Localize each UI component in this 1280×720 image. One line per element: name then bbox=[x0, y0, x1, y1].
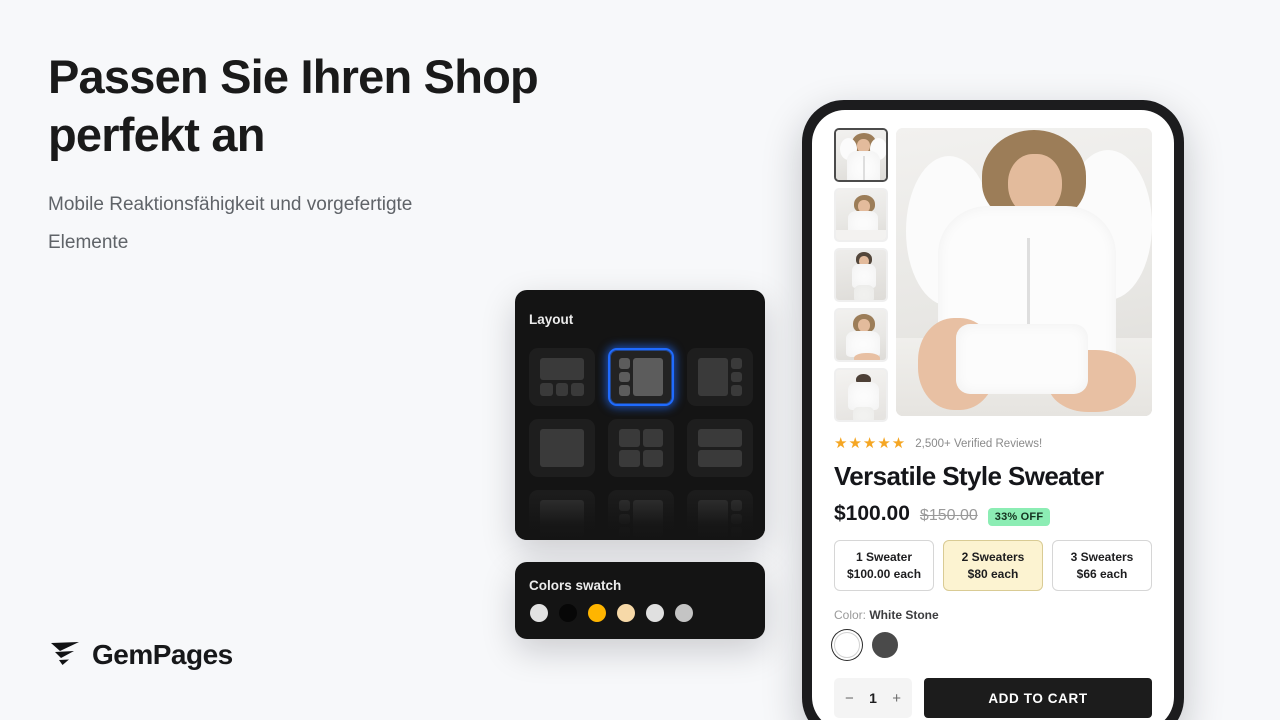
layout-block bbox=[731, 358, 742, 369]
color-selection-label: Color: White Stone bbox=[834, 608, 1152, 622]
color-swatch-medium-gray[interactable] bbox=[675, 604, 693, 622]
color-swatch-black[interactable] bbox=[559, 604, 577, 622]
current-price: $100.00 bbox=[834, 502, 910, 525]
colors-swatch-panel: Colors swatch bbox=[515, 562, 765, 639]
brand-name: GemPages bbox=[92, 639, 233, 670]
layout-block bbox=[731, 513, 742, 525]
layout-block bbox=[619, 513, 630, 525]
layout-block bbox=[619, 449, 640, 467]
tier-option-2[interactable]: 2 Sweaters $80 each bbox=[943, 540, 1043, 591]
layout-block bbox=[619, 429, 640, 447]
layout-block bbox=[619, 500, 630, 511]
layout-block bbox=[619, 385, 630, 397]
layout-block bbox=[642, 449, 663, 467]
tier-price-label: $100.00 each bbox=[846, 567, 922, 581]
review-summary: ★★★★★ 2,500+ Verified Reviews! bbox=[834, 436, 1152, 451]
hero-subtitle: Mobile Reaktionsfähigkeit und vorgeferti… bbox=[48, 194, 413, 253]
layout-block bbox=[619, 371, 630, 383]
price-row: $100.00 $150.00 33% OFF bbox=[834, 502, 1152, 526]
product-gallery bbox=[834, 128, 1152, 422]
color-swatch-light-gray[interactable] bbox=[646, 604, 664, 622]
layout-block bbox=[642, 429, 663, 447]
layout-option-two-by-two-grid[interactable] bbox=[608, 419, 674, 477]
tier-quantity-label: 1 Sweater bbox=[855, 550, 913, 564]
page-title: Passen Sie Ihren Shop perfekt an bbox=[48, 50, 539, 161]
layout-block bbox=[731, 371, 742, 383]
tier-price-label: $80 each bbox=[967, 567, 1019, 581]
layout-block bbox=[571, 382, 585, 396]
product-color-options bbox=[834, 632, 1152, 658]
quantity-increment-button[interactable]: + bbox=[892, 691, 901, 706]
hero-copy: Passen Sie Ihren Shop perfekt an Mobile … bbox=[48, 48, 608, 262]
review-count-text: 2,500+ Verified Reviews! bbox=[915, 437, 1043, 450]
phone-mockup: ★★★★★ 2,500+ Verified Reviews! Versatile… bbox=[802, 100, 1184, 720]
colors-panel-title: Colors swatch bbox=[529, 578, 622, 593]
gallery-thumbnail[interactable] bbox=[834, 188, 888, 242]
gallery-thumbnail[interactable] bbox=[834, 128, 888, 182]
compare-at-price: $150.00 bbox=[919, 507, 978, 524]
colors-swatch-row bbox=[530, 604, 693, 622]
cart-action-row: − 1 + ADD TO CART bbox=[834, 678, 1152, 718]
layout-option-big-top-three-bottom[interactable] bbox=[529, 348, 595, 406]
layout-block bbox=[633, 500, 663, 538]
phone-screen: ★★★★★ 2,500+ Verified Reviews! Versatile… bbox=[812, 110, 1174, 720]
quantity-tier-options: 1 Sweater $100.00 each 2 Sweaters $80 ea… bbox=[834, 540, 1152, 591]
color-swatch-amber[interactable] bbox=[588, 604, 606, 622]
tier-option-3[interactable]: 3 Sweaters $66 each bbox=[1052, 540, 1152, 591]
layout-panel-title: Layout bbox=[529, 312, 574, 327]
tier-quantity-label: 3 Sweaters bbox=[1070, 550, 1134, 564]
layout-block bbox=[555, 382, 569, 396]
quantity-decrement-button[interactable]: − bbox=[845, 691, 854, 706]
layout-block bbox=[619, 358, 630, 369]
color-label-prefix: Color: bbox=[834, 608, 867, 622]
product-title: Versatile Style Sweater bbox=[834, 461, 1104, 491]
quantity-stepper[interactable]: − 1 + bbox=[834, 678, 912, 718]
tier-price-label: $66 each bbox=[1076, 567, 1128, 581]
product-color-white-stone[interactable] bbox=[834, 632, 860, 658]
layout-panel: Layout bbox=[515, 290, 765, 540]
gallery-thumbnail[interactable] bbox=[834, 248, 888, 302]
layout-block bbox=[633, 358, 663, 396]
color-swatch-off-white[interactable] bbox=[530, 604, 548, 622]
layout-block bbox=[540, 382, 553, 396]
layout-block bbox=[731, 500, 742, 511]
layout-block bbox=[731, 385, 742, 397]
gallery-thumbnail-strip bbox=[834, 128, 888, 422]
layout-block bbox=[540, 500, 584, 538]
gallery-thumbnail[interactable] bbox=[834, 368, 888, 422]
layout-option-three-left-big-right-partial[interactable] bbox=[608, 490, 674, 540]
layout-option-single-block-partial[interactable] bbox=[529, 490, 595, 540]
layout-option-three-left-big-right[interactable] bbox=[608, 348, 674, 406]
layout-block bbox=[540, 358, 584, 380]
layout-option-big-left-three-right[interactable] bbox=[687, 348, 753, 406]
discount-badge: 33% OFF bbox=[987, 508, 1051, 526]
layout-block bbox=[731, 527, 742, 539]
layout-block bbox=[540, 429, 584, 467]
gallery-main-image[interactable] bbox=[896, 128, 1152, 416]
page-root: Passen Sie Ihren Shop perfekt an Mobile … bbox=[0, 0, 1280, 720]
layout-block bbox=[619, 527, 630, 539]
layout-block bbox=[698, 358, 728, 396]
tier-option-1[interactable]: 1 Sweater $100.00 each bbox=[834, 540, 934, 591]
layout-option-two-stacked-rows[interactable] bbox=[687, 419, 753, 477]
layout-options-grid bbox=[529, 348, 753, 540]
add-to-cart-button[interactable]: ADD TO CART bbox=[924, 678, 1152, 718]
product-color-charcoal[interactable] bbox=[872, 632, 898, 658]
star-rating-icon: ★★★★★ bbox=[834, 435, 907, 452]
gempages-plane-icon bbox=[51, 642, 79, 665]
layout-block bbox=[698, 429, 742, 447]
brand-logo[interactable]: GemPages bbox=[48, 638, 233, 672]
quantity-value: 1 bbox=[869, 690, 877, 706]
color-swatch-peach[interactable] bbox=[617, 604, 635, 622]
layout-block bbox=[698, 449, 742, 467]
layout-option-big-left-three-right-partial[interactable] bbox=[687, 490, 753, 540]
tier-quantity-label: 2 Sweaters bbox=[961, 550, 1025, 564]
gallery-thumbnail[interactable] bbox=[834, 308, 888, 362]
color-selected-value: White Stone bbox=[869, 608, 939, 622]
layout-block bbox=[698, 500, 728, 538]
layout-option-single-block[interactable] bbox=[529, 419, 595, 477]
